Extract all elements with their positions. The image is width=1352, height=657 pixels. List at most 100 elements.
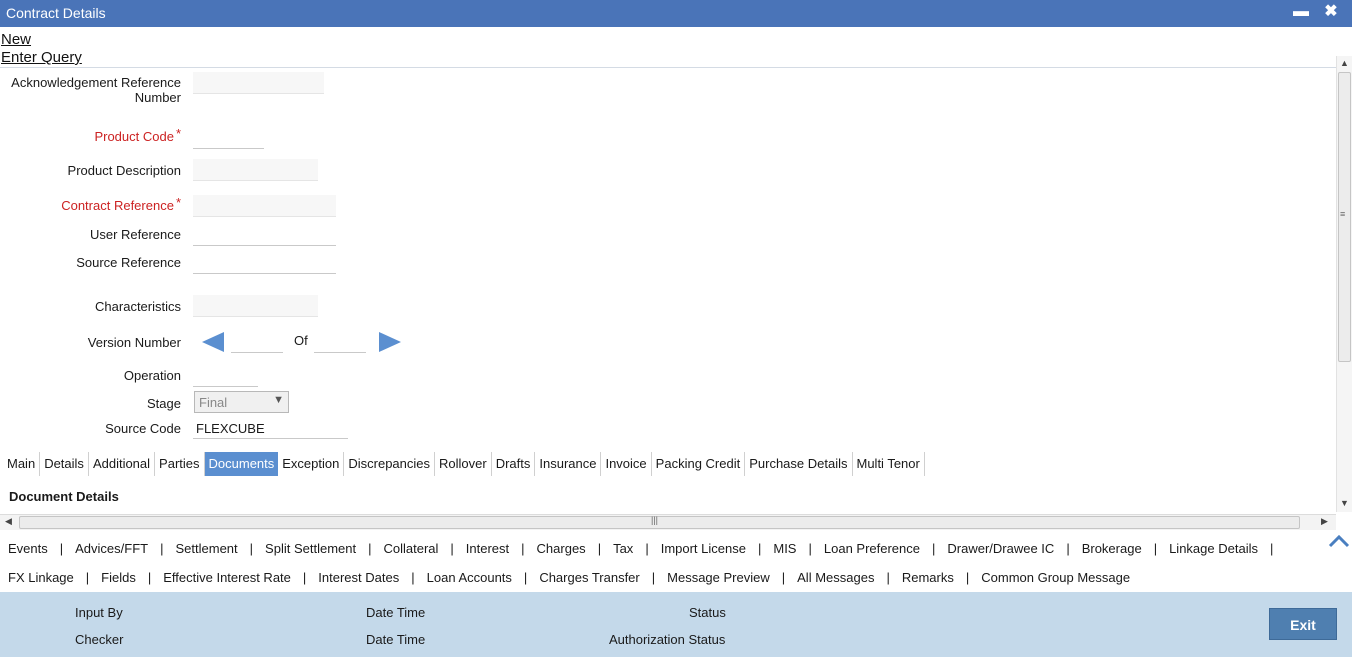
separator: |: [59, 541, 64, 556]
subsystem-link-interest[interactable]: Interest: [466, 541, 509, 556]
subsystem-link-split-settlement[interactable]: Split Settlement: [265, 541, 356, 556]
vertical-scrollbar[interactable]: ▲ ≡ ▼: [1336, 56, 1352, 512]
separator: |: [147, 570, 152, 585]
separator: |: [302, 570, 307, 585]
h-scroll-thumb[interactable]: [19, 516, 1300, 529]
separator: |: [965, 570, 970, 585]
tab-bar: Main Details Additional Parties Documents Exc…: [3, 452, 925, 476]
arrow-left-icon[interactable]: [202, 332, 224, 352]
subsystem-link-events[interactable]: Events: [8, 541, 48, 556]
subsystem-link-remarks[interactable]: Remarks: [902, 570, 954, 585]
separator: |: [651, 570, 656, 585]
characteristics-label: Characteristics: [95, 299, 181, 314]
close-icon[interactable]: ✖: [1321, 2, 1341, 22]
tab-insurance[interactable]: Insurance: [535, 452, 602, 476]
subsystem-link-tax[interactable]: Tax: [613, 541, 633, 556]
tab-packing-credit[interactable]: Packing Credit: [652, 452, 746, 476]
contract-ref-input[interactable]: [193, 195, 336, 217]
section-title: Document Details: [9, 489, 119, 504]
separator: |: [160, 541, 164, 556]
divider: [0, 67, 1336, 68]
separator: |: [411, 570, 415, 585]
stage-label: Stage: [147, 396, 181, 411]
required-mark: *: [175, 195, 181, 210]
tab-details[interactable]: Details: [40, 452, 89, 476]
version-of-label: Of: [294, 333, 308, 348]
subsystem-link-mis[interactable]: MIS: [773, 541, 796, 556]
version-number-label: Version Number: [87, 335, 181, 350]
minimize-icon[interactable]: ▬: [1291, 2, 1311, 22]
tab-purchase-details[interactable]: Purchase Details: [745, 452, 853, 476]
product-code-label: Product Code *: [1, 126, 181, 144]
exit-button[interactable]: Exit: [1269, 608, 1337, 640]
scroll-left-icon[interactable]: ◀: [5, 516, 12, 527]
ack-ref-field[interactable]: [193, 72, 324, 94]
subsystem-link-message-preview[interactable]: Message Preview: [667, 570, 770, 585]
subsystem-link-loan-preference[interactable]: Loan Preference: [824, 541, 920, 556]
tab-discrepancies[interactable]: Discrepancies: [344, 452, 436, 476]
tab-additional[interactable]: Additional: [89, 452, 156, 476]
version-total-input[interactable]: [314, 331, 366, 353]
separator: |: [932, 541, 936, 556]
product-code-input[interactable]: [193, 126, 264, 149]
status-label: Status: [689, 605, 726, 620]
separator: |: [1153, 541, 1158, 556]
tab-invoice[interactable]: Invoice: [601, 452, 652, 476]
chevron-down-icon: ▼: [273, 394, 284, 406]
separator: |: [597, 541, 602, 556]
subsystem-link-interest-dates[interactable]: Interest Dates: [318, 570, 399, 585]
enter-query-link[interactable]: Enter Query: [1, 49, 82, 66]
source-code-value: FLEXCUBE: [196, 421, 265, 436]
separator: |: [523, 570, 528, 585]
subsystem-link-import-license[interactable]: Import License: [661, 541, 746, 556]
operation-label: Operation: [123, 368, 181, 383]
tab-parties[interactable]: Parties: [155, 452, 205, 476]
subsystem-link-common-group-message[interactable]: Common Group Message: [981, 570, 1130, 585]
subsystem-link-charges[interactable]: Charges: [537, 541, 586, 556]
stage-select[interactable]: Final ▼: [194, 391, 289, 413]
user-ref-input[interactable]: [193, 223, 336, 246]
date-time-label: Date Time: [366, 605, 426, 620]
subsystem-link-brokerage[interactable]: Brokerage: [1082, 541, 1142, 556]
grip-icon: ≡: [1340, 209, 1346, 219]
tab-main[interactable]: Main: [3, 452, 41, 476]
new-link[interactable]: New: [1, 31, 31, 48]
subsystem-link-fx-linkage[interactable]: FX Linkage: [8, 570, 74, 585]
subsystem-link-settlement[interactable]: Settlement: [176, 541, 238, 556]
separator: |: [1269, 541, 1274, 556]
scroll-up-icon[interactable]: ▲: [1340, 58, 1349, 68]
subsystem-link-effective-interest-rate[interactable]: Effective Interest Rate: [163, 570, 291, 585]
separator: |: [808, 541, 812, 556]
tab-documents[interactable]: Documents: [204, 452, 279, 476]
operation-field[interactable]: [193, 364, 258, 387]
subsystem-link-all-messages[interactable]: All Messages: [797, 570, 874, 585]
subsystem-link-loan-accounts[interactable]: Loan Accounts: [427, 570, 512, 585]
ack-ref-label-line1: Acknowledgement Reference: [11, 75, 181, 90]
contract-ref-label: Contract Reference *: [1, 195, 181, 213]
separator: |: [757, 541, 762, 556]
scroll-right-icon[interactable]: ▶: [1321, 516, 1328, 527]
tab-rollover[interactable]: Rollover: [435, 452, 492, 476]
scroll-down-icon[interactable]: ▼: [1340, 498, 1349, 508]
audit-footer: Input By Date Time Status Checker Date T…: [0, 592, 1352, 657]
version-number-input[interactable]: [231, 331, 283, 353]
window-title: Contract Details: [6, 5, 106, 21]
stage-value: Final: [199, 395, 228, 410]
subsystem-link-charges-transfer[interactable]: Charges Transfer: [539, 570, 639, 585]
subsystem-link-fields[interactable]: Fields: [101, 570, 136, 585]
subsystem-link-linkage-details[interactable]: Linkage Details: [1169, 541, 1258, 556]
chevron-up-icon[interactable]: [1328, 532, 1350, 550]
source-code-label: Source Code: [105, 421, 181, 436]
source-ref-input[interactable]: [193, 251, 336, 274]
product-desc-field: [193, 159, 318, 181]
subsystem-link-collateral[interactable]: Collateral: [383, 541, 438, 556]
tab-exception[interactable]: Exception: [278, 452, 345, 476]
tab-drafts[interactable]: Drafts: [492, 452, 536, 476]
horizontal-scrollbar[interactable]: ◀ ||| ▶: [0, 514, 1336, 530]
subsystem-link-drawer-drawee-ic[interactable]: Drawer/Drawee IC: [947, 541, 1054, 556]
subsystem-link-advices-fft[interactable]: Advices/FFT: [75, 541, 148, 556]
input-by-label: Input By: [75, 605, 123, 620]
tab-multi-tenor[interactable]: Multi Tenor: [853, 452, 925, 476]
arrow-right-icon[interactable]: [379, 332, 401, 352]
product-code-label-text: Product Code: [94, 129, 174, 144]
